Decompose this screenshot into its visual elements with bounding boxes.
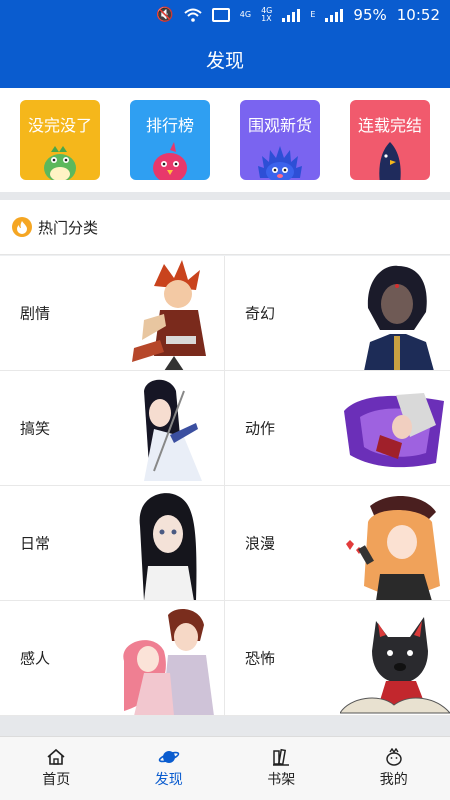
category-label: 日常 [20, 534, 51, 553]
page-header: 发现 [0, 30, 450, 88]
battery-level: 95% [353, 6, 387, 24]
category-drama[interactable]: 剧情 [0, 256, 225, 371]
category-romance[interactable]: 浪漫 [225, 486, 450, 601]
wifi-icon [184, 8, 202, 22]
category-label: 奇幻 [245, 304, 276, 323]
tile-ranking[interactable]: 排行榜 [130, 100, 210, 180]
signal-icon [282, 8, 301, 22]
purple-cape-fighter-image [344, 393, 444, 468]
black-haired-girl-image [139, 493, 197, 600]
category-label: 感人 [20, 649, 51, 668]
tile-serial-complete[interactable]: 连载完结 [350, 100, 430, 180]
nav-label: 我的 [379, 772, 408, 788]
tile-label: 没完没了 [27, 116, 92, 135]
network-type-2: 4G 1X [261, 6, 273, 23]
category-horror[interactable]: 恐怖 [225, 601, 450, 716]
couple-image [123, 609, 214, 715]
bookshelf-icon [273, 748, 290, 766]
pink-bird-mascot-icon [153, 142, 187, 180]
category-label: 浪漫 [245, 534, 276, 553]
planet-icon [158, 751, 180, 763]
quick-tiles: 没完没了 排行榜 围观新货 连载完结 [0, 88, 450, 192]
category-daily[interactable]: 日常 [0, 486, 225, 601]
nav-label: 书架 [267, 772, 296, 788]
nav-label: 发现 [154, 772, 183, 788]
status-bar: 🔇 4G 4G 1X E 95% 10:52 [0, 0, 450, 30]
category-label: 动作 [245, 419, 276, 438]
tile-label: 连载完结 [357, 116, 422, 135]
mute-icon: 🔇 [156, 7, 174, 23]
fire-icon [12, 217, 32, 237]
tile-label: 围观新货 [247, 116, 312, 135]
section-header: 热门分类 [0, 200, 450, 255]
green-dinosaur-mascot-icon [44, 146, 76, 180]
nav-home[interactable]: 首页 [0, 737, 113, 800]
long-haired-swordsman-image [144, 379, 202, 481]
category-touching[interactable]: 感人 [0, 601, 225, 716]
dark-haired-girl-image [364, 265, 434, 370]
red-haired-warrior-image [132, 260, 206, 370]
category-grid: 剧情 奇幻 搞笑 动作 日常 浪漫 感人 恐怖 [0, 256, 450, 716]
nav-label: 首页 [42, 772, 71, 788]
tile-wanjie[interactable]: 没完没了 [20, 100, 100, 180]
nav-bookshelf[interactable]: 书架 [225, 737, 338, 800]
signal-icon-2 [325, 8, 344, 22]
category-label: 剧情 [20, 304, 51, 323]
category-label: 恐怖 [245, 649, 276, 668]
dark-bird-mascot-icon [379, 142, 401, 180]
sim-icon [211, 8, 230, 22]
clock: 10:52 [396, 6, 440, 24]
category-fantasy[interactable]: 奇幻 [225, 256, 450, 371]
bottom-divider [0, 716, 450, 736]
blue-hedgehog-mascot-icon [258, 146, 302, 180]
status-icons: 🔇 4G 4G 1X E [156, 6, 344, 23]
category-comedy[interactable]: 搞笑 [0, 371, 225, 486]
tile-label: 排行榜 [145, 116, 194, 135]
blonde-girl-with-cap-image [346, 495, 440, 600]
page-title: 发现 [205, 49, 244, 72]
signal-letter: E [310, 10, 316, 19]
category-label: 搞笑 [20, 419, 51, 438]
section-divider [0, 192, 450, 200]
nav-discover[interactable]: 发现 [113, 737, 226, 800]
nav-mine[interactable]: 我的 [338, 737, 450, 800]
profile-icon [386, 748, 402, 766]
category-action[interactable]: 动作 [225, 371, 450, 486]
section-title: 热门分类 [38, 218, 99, 237]
black-wolf-image [340, 617, 450, 714]
home-icon [47, 748, 65, 765]
bottom-navigation: 首页 发现 书架 我的 [0, 736, 450, 800]
network-type: 4G [239, 10, 252, 19]
app-root: 🔇 4G 4G 1X E 95% 10:52 发现 没完没了 排行榜 围观新货 … [0, 0, 450, 800]
tile-new-arrivals[interactable]: 围观新货 [240, 100, 320, 180]
